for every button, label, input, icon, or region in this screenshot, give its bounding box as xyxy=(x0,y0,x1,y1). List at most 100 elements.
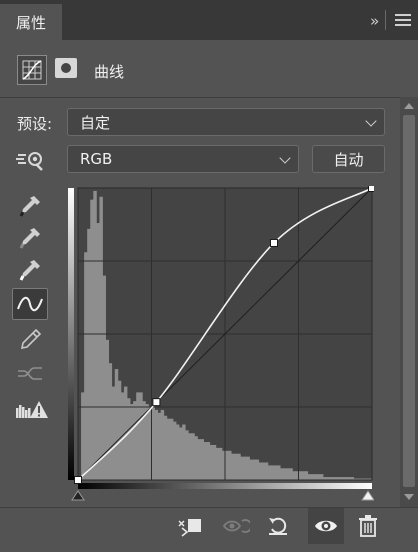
histogram-bar xyxy=(176,424,180,480)
histogram-bar xyxy=(258,462,263,480)
black-point-eyedropper-icon[interactable] xyxy=(14,190,46,222)
pencil-draw-icon[interactable] xyxy=(14,324,46,356)
histogram-bar xyxy=(117,380,122,480)
header-divider xyxy=(0,97,400,98)
scroll-thumb[interactable] xyxy=(403,115,415,487)
histogram-bar xyxy=(277,465,281,480)
panel-menu-icon[interactable] xyxy=(395,14,411,26)
curve-control-point xyxy=(152,398,161,407)
histogram-bar xyxy=(283,468,287,480)
histogram-bar xyxy=(200,439,204,480)
histogram-bar xyxy=(203,442,208,480)
histogram-bar xyxy=(267,465,272,480)
gray-point-eyedropper-icon[interactable] xyxy=(14,222,46,254)
histogram-bar xyxy=(316,474,321,480)
histogram-bar xyxy=(172,421,177,480)
histogram-bar xyxy=(188,433,192,480)
auto-button[interactable]: 自动 xyxy=(312,145,385,173)
visibility-eye-icon[interactable] xyxy=(308,508,344,544)
histogram-bar xyxy=(218,447,223,480)
histogram-bar xyxy=(111,386,116,480)
histogram-bar xyxy=(99,196,103,480)
clipping-warning-icon[interactable] xyxy=(14,396,50,428)
histogram-bar xyxy=(81,392,85,480)
histogram-bar xyxy=(255,459,260,480)
histogram-bar xyxy=(114,369,119,480)
tab-properties[interactable]: 属性 xyxy=(0,4,62,40)
histogram-bar xyxy=(179,427,183,480)
curves-chart[interactable] xyxy=(68,184,376,508)
histogram-bar xyxy=(307,474,312,480)
histogram-bar xyxy=(225,450,229,480)
preset-value: 自定 xyxy=(80,113,111,132)
curve-points-icon[interactable] xyxy=(12,288,48,320)
histogram-bar xyxy=(319,474,324,480)
input-gradient-bar xyxy=(78,483,372,489)
histogram-bar xyxy=(157,412,162,480)
channel-value: RGB xyxy=(80,150,113,168)
reset-icon[interactable] xyxy=(264,512,292,540)
histogram-bar xyxy=(151,407,155,480)
histogram-bar xyxy=(182,424,186,480)
histogram-bar xyxy=(136,392,140,480)
histogram-bar xyxy=(286,468,290,480)
panel-title: 曲线 xyxy=(94,63,125,81)
delete-icon[interactable] xyxy=(354,512,382,540)
histogram-bar xyxy=(274,465,278,480)
histogram-bar xyxy=(105,339,110,480)
histogram-bar xyxy=(191,433,195,480)
histogram-bar xyxy=(249,459,253,480)
view-previous-state-icon[interactable] xyxy=(222,512,253,540)
visibility-toggle[interactable] xyxy=(308,508,344,544)
histogram-bar xyxy=(240,456,244,480)
layer-mask-icon[interactable] xyxy=(55,58,77,78)
curve-control-point xyxy=(74,476,82,484)
histogram-bar xyxy=(231,453,235,480)
scroll-down-arrow-icon[interactable] xyxy=(404,494,414,500)
clip-to-layer-icon[interactable] xyxy=(176,512,204,540)
toolbar-separator xyxy=(385,10,386,30)
white-point-slider xyxy=(361,490,375,501)
scroll-up-arrow-icon[interactable] xyxy=(404,103,414,109)
histogram-bar xyxy=(313,474,318,480)
histogram-bar xyxy=(169,418,174,480)
histogram-bar xyxy=(166,418,171,480)
white-point-eyedropper-icon[interactable] xyxy=(14,254,46,286)
histogram-bar xyxy=(289,468,293,480)
histogram-bar xyxy=(270,465,275,480)
histogram-bar xyxy=(261,462,266,480)
histogram-bar xyxy=(130,404,134,480)
histogram-bar xyxy=(209,444,214,480)
target-adjust-icon[interactable] xyxy=(14,145,48,173)
smooth-curve-icon[interactable] xyxy=(14,358,46,390)
chevron-down-icon xyxy=(365,115,377,127)
curves-graph[interactable] xyxy=(68,184,376,508)
channel-select[interactable]: RGB xyxy=(67,145,299,173)
histogram-bar xyxy=(237,453,241,480)
histogram-bar xyxy=(102,275,106,480)
curves-adjustment-icon[interactable] xyxy=(17,55,47,85)
histogram-bar xyxy=(163,415,168,480)
histogram-bar xyxy=(234,453,238,480)
histogram-bar xyxy=(310,474,315,480)
histogram-bar xyxy=(298,471,302,480)
histogram-bar xyxy=(304,471,309,480)
collapse-panel-icon[interactable]: » xyxy=(370,12,379,30)
histogram-bar xyxy=(90,199,94,480)
chevron-down-icon xyxy=(279,152,291,164)
histogram-bar xyxy=(96,223,100,480)
output-gradient-bar xyxy=(68,188,74,480)
histogram-bar xyxy=(228,450,232,480)
histogram-bar xyxy=(139,392,143,480)
histogram-bar xyxy=(87,228,91,480)
curve-control-point xyxy=(368,184,376,192)
black-point-slider xyxy=(71,490,85,501)
curve-control-point xyxy=(270,238,278,247)
histogram-bar xyxy=(280,468,284,480)
histogram-bar xyxy=(127,398,131,480)
histogram-bar xyxy=(194,436,198,480)
histogram-bar xyxy=(243,456,247,480)
histogram-bar xyxy=(215,447,220,480)
preset-select[interactable]: 自定 xyxy=(67,108,385,136)
histogram-bar xyxy=(197,439,201,480)
